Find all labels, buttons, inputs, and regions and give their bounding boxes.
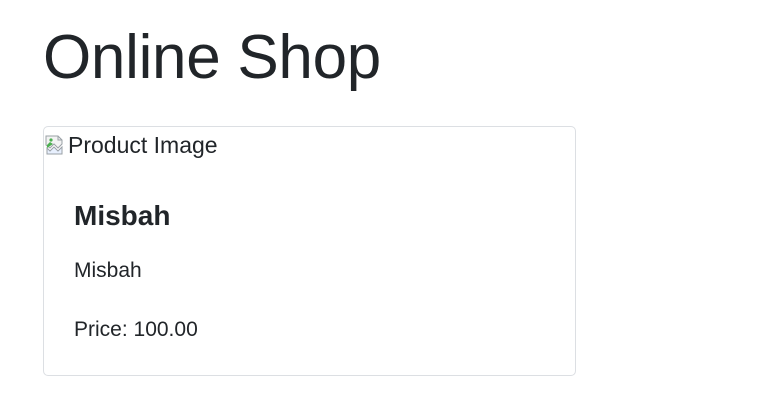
product-price: Price: 100.00 (74, 318, 198, 341)
product-name: Misbah (74, 200, 171, 231)
product-image: Product Image (44, 132, 218, 158)
product-card: Product Image Misbah Misbah Price: 100.0… (43, 126, 576, 376)
broken-image-icon (44, 134, 66, 156)
product-image-alt-text: Product Image (68, 132, 218, 158)
product-description: Misbah (74, 259, 142, 282)
page: Online Shop Product Image Misbah Misbah … (0, 0, 758, 413)
page-title: Online Shop (43, 23, 381, 92)
